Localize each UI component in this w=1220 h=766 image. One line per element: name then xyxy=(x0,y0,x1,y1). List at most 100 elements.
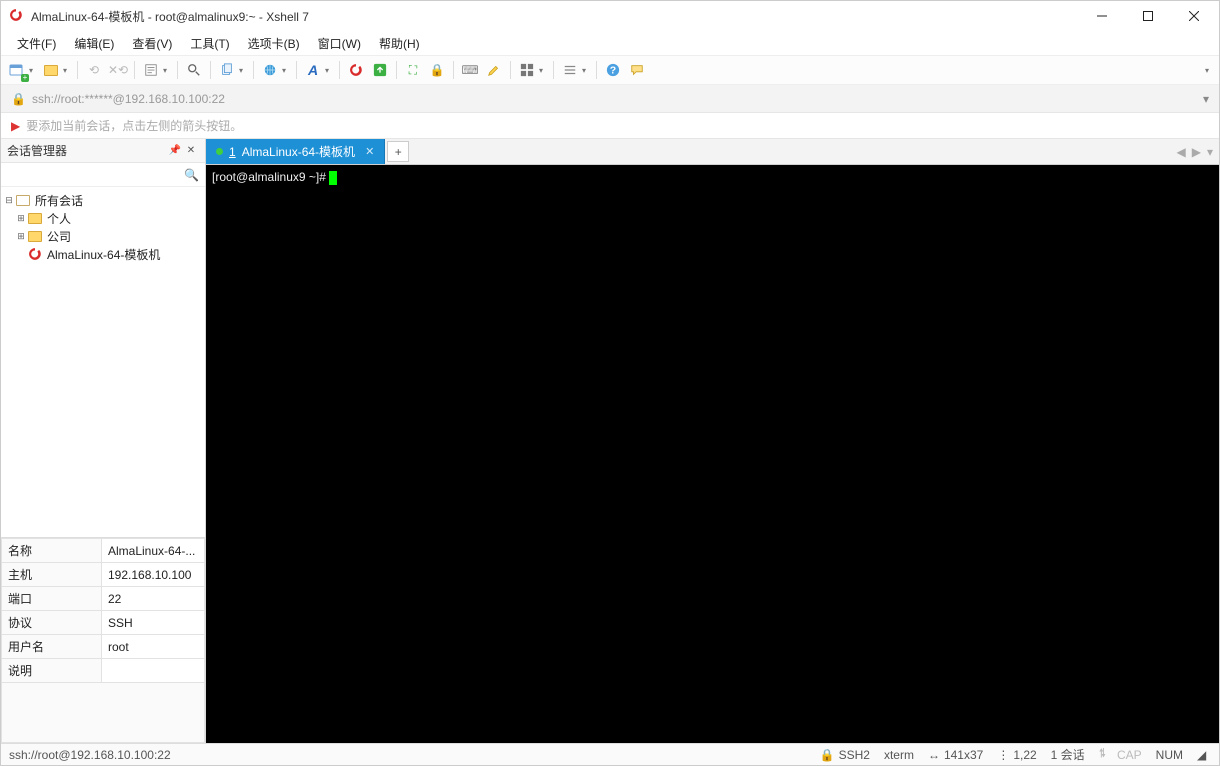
prop-val: root xyxy=(102,635,205,659)
properties-button[interactable] xyxy=(141,60,161,80)
help-button[interactable]: ? xyxy=(603,60,623,80)
expand-icon[interactable]: ⊞ xyxy=(15,213,27,224)
status-sessions: 1 会话 xyxy=(1051,746,1085,763)
highlight-button[interactable] xyxy=(484,60,504,80)
prop-key: 协议 xyxy=(2,611,102,635)
xftp-button[interactable] xyxy=(370,60,390,80)
session-tab-active[interactable]: 1 AlmaLinux-64-模板机 ✕ xyxy=(206,139,385,164)
tree-session-almalinux[interactable]: AlmaLinux-64-模板机 xyxy=(3,245,203,263)
menu-tools[interactable]: 工具(T) xyxy=(182,33,237,54)
tab-nav: ◀ ▶ ▾ xyxy=(1171,139,1220,164)
session-icon xyxy=(27,247,43,261)
flag-icon: ▶ xyxy=(11,119,20,133)
status-term: xterm xyxy=(884,748,914,762)
menu-tabs[interactable]: 选项卡(B) xyxy=(240,33,308,54)
svg-text:?: ? xyxy=(610,65,616,77)
tab-menu-button[interactable]: ▾ xyxy=(1207,145,1213,159)
terminal-prompt: [root@almalinux9 ~]# xyxy=(212,170,329,184)
prop-key: 端口 xyxy=(2,587,102,611)
tab-strip: 1 AlmaLinux-64-模板机 ✕ + ◀ ▶ ▾ xyxy=(206,139,1219,165)
close-button[interactable] xyxy=(1171,1,1217,31)
reconnect-button[interactable]: ⟲ xyxy=(84,60,104,80)
menu-window[interactable]: 窗口(W) xyxy=(310,33,369,54)
menu-bar: 文件(F) 编辑(E) 查看(V) 工具(T) 选项卡(B) 窗口(W) 帮助(… xyxy=(1,31,1219,55)
dropdown-icon[interactable]: ▾ xyxy=(29,66,37,75)
tree-root[interactable]: ⊟ 所有会话 xyxy=(3,191,203,209)
tab-prev-button[interactable]: ◀ xyxy=(1177,145,1186,159)
tab-close-button[interactable]: ✕ xyxy=(365,145,374,158)
copy-button[interactable] xyxy=(217,60,237,80)
minimize-button[interactable] xyxy=(1079,1,1125,31)
disconnect-button[interactable]: ✕⟲ xyxy=(108,60,128,80)
globe-button[interactable] xyxy=(260,60,280,80)
list-button[interactable] xyxy=(560,60,580,80)
session-properties: 名称AlmaLinux-64-... 主机192.168.10.100 端口22… xyxy=(1,537,205,743)
prop-val: 22 xyxy=(102,587,205,611)
session-search: 🔍 xyxy=(1,163,205,187)
xshell-button[interactable] xyxy=(346,60,366,80)
menu-view[interactable]: 查看(V) xyxy=(124,33,180,54)
dropdown-icon[interactable]: ▾ xyxy=(239,66,247,75)
dropdown-icon[interactable]: ▾ xyxy=(539,66,547,75)
tree-folder-personal[interactable]: ⊞ 个人 xyxy=(3,209,203,227)
prop-val xyxy=(102,659,205,683)
prop-key: 说明 xyxy=(2,659,102,683)
prop-key: 名称 xyxy=(2,539,102,563)
address-dropdown-icon[interactable]: ▾ xyxy=(1203,92,1209,106)
status-dot-icon xyxy=(216,148,223,155)
panel-close-button[interactable]: ✕ xyxy=(183,145,199,156)
search-button[interactable] xyxy=(184,60,204,80)
maximize-button[interactable] xyxy=(1125,1,1171,31)
prop-val: 192.168.10.100 xyxy=(102,563,205,587)
status-cap: CAP xyxy=(1117,748,1142,762)
session-tree[interactable]: ⊟ 所有会话 ⊞ 个人 ⊞ 公司 AlmaLinux-64-模板机 xyxy=(1,187,205,537)
tab-number: 1 xyxy=(229,145,236,159)
open-folder-button[interactable] xyxy=(41,60,61,80)
tree-folder-company[interactable]: ⊞ 公司 xyxy=(3,227,203,245)
collapse-icon[interactable]: ⊟ xyxy=(3,195,15,206)
window-title: AlmaLinux-64-模板机 - root@almalinux9:~ - X… xyxy=(31,8,1079,25)
dropdown-icon[interactable]: ▾ xyxy=(582,66,590,75)
lock-icon: 🔒 xyxy=(11,92,26,106)
hint-text: 要添加当前会话，点击左侧的箭头按钮。 xyxy=(26,117,242,134)
main-area: 1 AlmaLinux-64-模板机 ✕ + ◀ ▶ ▾ [root@almal… xyxy=(206,139,1219,743)
menu-edit[interactable]: 编辑(E) xyxy=(66,33,122,54)
new-session-button[interactable]: + xyxy=(7,60,27,80)
lock-button[interactable]: 🔒 xyxy=(427,60,447,80)
pin-button[interactable]: 📌 xyxy=(167,145,183,156)
status-path: ssh://root@192.168.10.100:22 xyxy=(9,748,806,762)
cursor-icon xyxy=(329,171,337,185)
menu-help[interactable]: 帮助(H) xyxy=(371,33,428,54)
prop-key: 用户名 xyxy=(2,635,102,659)
tab-label: AlmaLinux-64-模板机 xyxy=(242,143,355,160)
chat-button[interactable] xyxy=(627,60,647,80)
tab-next-button[interactable]: ▶ xyxy=(1192,145,1201,159)
prop-blank xyxy=(2,683,205,743)
new-tab-button[interactable]: + xyxy=(387,141,409,162)
status-bar: ssh://root@192.168.10.100:22 🔒SSH2 xterm… xyxy=(1,743,1219,765)
dropdown-icon[interactable]: ▾ xyxy=(282,66,290,75)
prop-val: AlmaLinux-64-... xyxy=(102,539,205,563)
resize-grip-icon[interactable]: ◢ xyxy=(1197,748,1211,762)
keyboard-button[interactable]: ⌨ xyxy=(460,60,480,80)
search-icon[interactable]: 🔍 xyxy=(178,168,205,182)
lock-icon: 🔒 xyxy=(820,748,835,762)
tree-label: 个人 xyxy=(47,210,71,227)
expand-icon[interactable]: ⊞ xyxy=(15,231,27,242)
session-manager-panel: 会话管理器 📌 ✕ 🔍 ⊟ 所有会话 ⊞ 个人 ⊞ 公司 xyxy=(1,139,206,743)
session-search-input[interactable] xyxy=(1,163,178,186)
window-buttons xyxy=(1079,1,1217,31)
dropdown-icon[interactable]: ▾ xyxy=(325,66,333,75)
status-sync-icons: 🠕🠗 xyxy=(1099,744,1103,765)
fullscreen-button[interactable]: ⛶ xyxy=(403,60,423,80)
dropdown-icon[interactable]: ▾ xyxy=(63,66,71,75)
dropdown-icon[interactable]: ▾ xyxy=(163,66,171,75)
menu-file[interactable]: 文件(F) xyxy=(9,33,64,54)
size-icon: ↔ xyxy=(928,748,940,762)
terminal[interactable]: [root@almalinux9 ~]# xyxy=(206,165,1219,743)
toolbar-overflow-icon[interactable]: ▾ xyxy=(1205,66,1213,75)
address-bar[interactable]: 🔒 ssh://root:******@192.168.10.100:22 ▾ xyxy=(1,85,1219,113)
font-button[interactable]: A xyxy=(303,60,323,80)
tree-root-label: 所有会话 xyxy=(35,192,83,209)
layout-button[interactable] xyxy=(517,60,537,80)
